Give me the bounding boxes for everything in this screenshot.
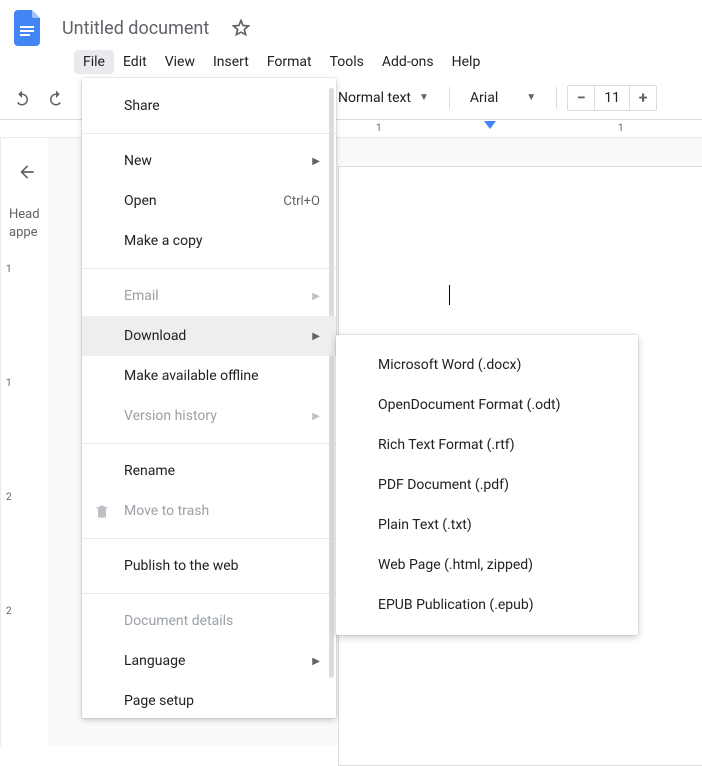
undo-button[interactable] (8, 84, 36, 112)
menu-edit[interactable]: Edit (114, 50, 156, 74)
font-size-decrease[interactable]: − (568, 86, 594, 110)
outline-placeholder: Head appe (9, 206, 40, 242)
text-cursor (449, 285, 451, 305)
submenu-arrow-icon: ▶ (312, 656, 320, 667)
menu-view[interactable]: View (156, 50, 204, 74)
file-menu-make-copy[interactable]: Make a copy (82, 221, 336, 261)
submenu-arrow-icon: ▶ (312, 411, 320, 422)
ruler-mark: 1 (376, 123, 382, 134)
paragraph-style-select[interactable]: Normal text ▼ (334, 84, 439, 112)
menu-separator (82, 538, 336, 539)
file-menu-dropdown: Share New ▶ Open Ctrl+O Make a copy Emai… (82, 78, 336, 718)
font-size-stepper: − 11 + (567, 85, 657, 111)
menu-separator (82, 133, 336, 134)
file-menu-language[interactable]: Language ▶ (82, 641, 336, 681)
download-html[interactable]: Web Page (.html, zipped) (336, 545, 638, 585)
vruler-mark: 2 (6, 492, 12, 503)
file-menu-publish[interactable]: Publish to the web (82, 546, 336, 586)
trash-icon (94, 503, 110, 519)
chevron-down-icon: ▼ (419, 92, 429, 103)
toolbar-separator (449, 87, 450, 109)
font-family-select[interactable]: Arial ▼ (460, 84, 546, 112)
file-menu-download[interactable]: Download ▶ (82, 316, 336, 356)
download-docx[interactable]: Microsoft Word (.docx) (336, 345, 638, 385)
download-odt[interactable]: OpenDocument Format (.odt) (336, 385, 638, 425)
submenu-arrow-icon: ▶ (312, 156, 320, 167)
file-menu-new[interactable]: New ▶ (82, 141, 336, 181)
outline-collapse-button[interactable] (17, 162, 40, 182)
vruler-mark: 2 (6, 606, 12, 617)
menu-separator (82, 443, 336, 444)
vertical-ruler[interactable]: 1 1 2 2 (0, 138, 1, 746)
file-menu-open[interactable]: Open Ctrl+O (82, 181, 336, 221)
chevron-down-icon: ▼ (526, 92, 536, 103)
file-menu-page-setup[interactable]: Page setup (82, 681, 336, 721)
file-menu-share[interactable]: Share (82, 86, 336, 126)
outline-panel: Head appe (1, 138, 48, 746)
star-button[interactable] (227, 14, 255, 42)
file-menu-offline[interactable]: Make available offline (82, 356, 336, 396)
file-menu-email: Email ▶ (82, 276, 336, 316)
file-menu-document-details: Document details (82, 601, 336, 641)
font-family-label: Arial (470, 90, 498, 106)
submenu-arrow-icon: ▶ (312, 331, 320, 342)
font-size-value[interactable]: 11 (594, 86, 630, 110)
ruler-mark: 1 (618, 123, 624, 134)
paragraph-style-label: Normal text (338, 90, 411, 106)
indent-marker[interactable] (484, 121, 496, 129)
vruler-mark: 1 (6, 264, 12, 275)
file-menu-version-history: Version history ▶ (82, 396, 336, 436)
menu-help[interactable]: Help (443, 50, 490, 74)
redo-button[interactable] (42, 84, 70, 112)
menu-file[interactable]: File (74, 50, 114, 74)
menu-format[interactable]: Format (258, 50, 321, 74)
document-title[interactable]: Untitled document (56, 16, 215, 41)
menu-addons[interactable]: Add-ons (373, 50, 443, 74)
toolbar-separator (556, 87, 557, 109)
file-menu-move-to-trash: Move to trash (82, 491, 336, 531)
menu-tools[interactable]: Tools (321, 50, 373, 74)
menu-insert[interactable]: Insert (204, 50, 258, 74)
download-pdf[interactable]: PDF Document (.pdf) (336, 465, 638, 505)
download-epub[interactable]: EPUB Publication (.epub) (336, 585, 638, 625)
docs-logo[interactable] (8, 8, 48, 48)
download-rtf[interactable]: Rich Text Format (.rtf) (336, 425, 638, 465)
download-txt[interactable]: Plain Text (.txt) (336, 505, 638, 545)
font-size-increase[interactable]: + (630, 86, 656, 110)
vruler-mark: 1 (6, 378, 12, 389)
file-menu-rename[interactable]: Rename (82, 451, 336, 491)
menu-shortcut: Ctrl+O (283, 194, 320, 209)
submenu-arrow-icon: ▶ (312, 291, 320, 302)
download-submenu: Microsoft Word (.docx) OpenDocument Form… (336, 335, 638, 635)
menubar: File Edit View Insert Format Tools Add-o… (0, 48, 702, 76)
menu-separator (82, 268, 336, 269)
menu-separator (82, 593, 336, 594)
